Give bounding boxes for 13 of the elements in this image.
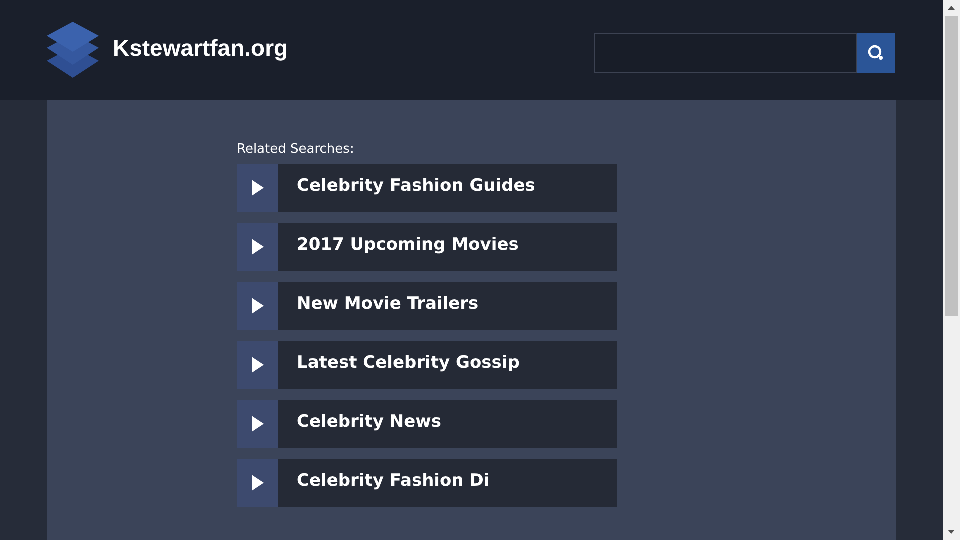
related-search-link[interactable]: Latest Celebrity Gossip <box>237 341 617 389</box>
related-search-link[interactable]: 2017 Upcoming Movies <box>237 223 617 271</box>
related-search-link[interactable]: Celebrity Fashion Guides <box>237 164 617 212</box>
related-search-link[interactable]: New Movie Trailers <box>237 282 617 330</box>
site-name[interactable]: Kstewartfan.org <box>113 34 288 62</box>
scrollbar[interactable] <box>943 0 960 540</box>
search-icon <box>867 44 885 62</box>
search-field[interactable] <box>594 33 857 73</box>
stacked-layers-icon <box>46 21 100 79</box>
related-searches-heading: Related Searches: <box>237 142 356 157</box>
related-search-link[interactable]: Celebrity News <box>237 400 617 448</box>
related-search-link[interactable]: Celebrity Fashion Di <box>237 459 617 507</box>
search-button[interactable] <box>857 33 895 73</box>
